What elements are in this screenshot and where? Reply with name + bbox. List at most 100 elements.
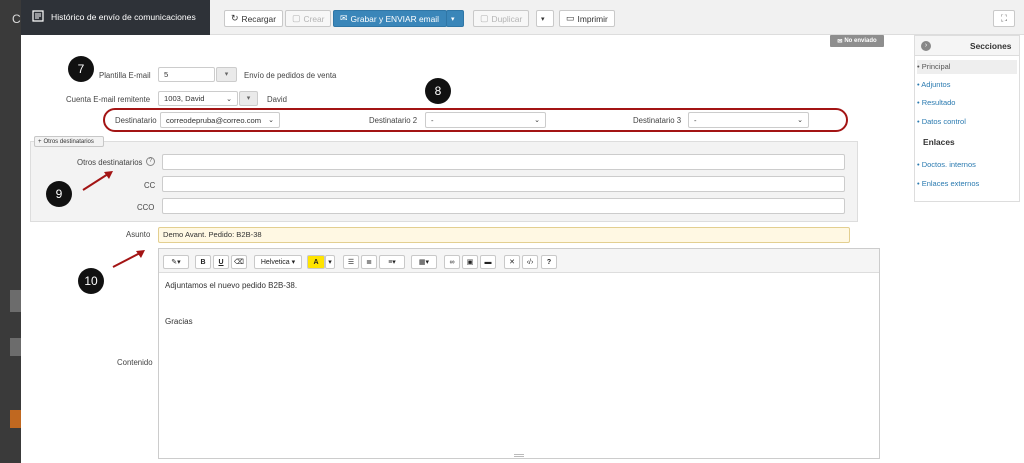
callout-9: 9 xyxy=(46,181,72,207)
destinatario-value: correodepruba@correo.com xyxy=(166,115,262,125)
chevron-down-icon: ▾ xyxy=(541,15,545,23)
link-icon[interactable]: ∞ xyxy=(444,255,460,269)
help-icon[interactable]: ? xyxy=(146,157,155,166)
numbered-list-icon[interactable]: ≣ xyxy=(361,255,377,269)
asunto-label: Asunto xyxy=(126,230,151,239)
resize-handle[interactable] xyxy=(514,454,524,457)
otros-label: Otros destinatarios xyxy=(77,158,143,167)
cuenta-select[interactable]: 1003, David ⌄ xyxy=(158,91,238,106)
cc-input[interactable] xyxy=(162,176,845,192)
help-icon[interactable]: ? xyxy=(541,255,557,269)
envelope-icon: ✉ xyxy=(837,38,843,45)
otros-toggle-label: Otros destinatarios xyxy=(43,138,94,145)
plantilla-label: Plantilla E-mail xyxy=(99,71,151,80)
callout-8: 8 xyxy=(425,78,451,104)
video-icon[interactable]: ▬ xyxy=(480,255,496,269)
section-item-datos-control[interactable]: • Datos control xyxy=(917,115,1017,129)
destinatario-label: Destinatario xyxy=(115,116,157,125)
callout-7: 7 xyxy=(68,56,94,82)
plantilla-field[interactable]: 5 xyxy=(158,67,215,82)
eraser-icon[interactable]: ⌫ xyxy=(231,255,247,269)
font-name: Helvetica xyxy=(260,258,290,266)
align-icon[interactable]: ≡▾ xyxy=(379,255,405,269)
destinatario3-label: Destinatario 3 xyxy=(633,116,682,125)
destinatario2-value: - xyxy=(431,115,434,125)
cuenta-lookup-button[interactable]: ▾ xyxy=(239,91,258,106)
print-icon: ▭ xyxy=(566,13,575,23)
cco-label: CCO xyxy=(137,203,155,212)
chevron-down-icon: ⌄ xyxy=(797,117,803,124)
create-button[interactable]: ▢ Crear xyxy=(285,10,332,27)
editor-line-1: Adjuntamos el nuevo pedido B2B-38. xyxy=(165,281,298,290)
cco-input[interactable] xyxy=(162,198,845,214)
magic-icon[interactable]: ✎▾ xyxy=(163,255,189,269)
section-item-principal[interactable]: • Principal xyxy=(917,60,1017,74)
reload-button[interactable]: ↻ Recargar xyxy=(224,10,283,27)
send-icon: ✉ xyxy=(340,13,348,23)
cuenta-value: 1003, David xyxy=(164,94,205,103)
plantilla-value: 5 xyxy=(164,70,169,79)
asunto-input[interactable]: Demo Avant. Pedido: B2B-38 xyxy=(158,227,850,243)
destinatario-select[interactable]: correodepruba@correo.com ⌄ xyxy=(160,112,280,128)
app-letter: C xyxy=(12,12,21,26)
link-enlaces-externos[interactable]: • Enlaces externos xyxy=(917,177,1017,191)
section-item-adjuntos[interactable]: • Adjuntos xyxy=(917,78,1017,92)
duplicate-label: Duplicar xyxy=(491,13,523,24)
chevron-down-icon: ⌄ xyxy=(268,117,274,124)
create-label: Crear xyxy=(303,13,325,24)
destinatario3-value: - xyxy=(694,115,697,125)
strip-block xyxy=(10,290,21,312)
plantilla-lookup-button[interactable]: ▾ xyxy=(216,67,237,82)
bullet-list-icon[interactable]: ☰ xyxy=(343,255,359,269)
underline-icon[interactable]: U xyxy=(213,255,229,269)
link-doctos-internos[interactable]: • Doctos. internos xyxy=(917,158,1017,172)
chevron-down-icon: ⌄ xyxy=(226,95,232,103)
chevron-down-icon[interactable]: ▾ xyxy=(325,255,335,269)
history-icon xyxy=(32,10,44,22)
otros-input[interactable] xyxy=(162,154,845,170)
window-title-tab: Histórico de envío de comunicaciones xyxy=(21,0,210,35)
file-icon: ▢ xyxy=(292,13,301,23)
sections-title: Secciones xyxy=(970,41,1012,51)
table-icon[interactable]: ▦▾ xyxy=(411,255,437,269)
font-color-icon[interactable]: A xyxy=(307,255,325,269)
destinatario2-label: Destinatario 2 xyxy=(369,116,418,125)
plantilla-description: Envío de pedidos de venta xyxy=(244,71,337,80)
sections-panel: › Secciones • Principal • Adjuntos • Res… xyxy=(914,35,1020,202)
strip-block xyxy=(10,410,21,428)
duplicate-button[interactable]: ▢ Duplicar xyxy=(473,10,530,27)
window-title: Histórico de envío de comunicaciones xyxy=(51,12,196,22)
save-send-dropdown[interactable]: ▾ xyxy=(446,10,464,27)
editor-toolbar: ✎▾ B U ⌫ Helvetica ▾ A ▾ ☰ ≣ ≡▾ ▦▾ ∞ ▣ ▬ … xyxy=(159,249,879,273)
print-button[interactable]: ▭ Imprimir xyxy=(559,10,615,27)
chevron-down-icon: ⌄ xyxy=(534,117,540,124)
bold-icon[interactable]: B xyxy=(195,255,211,269)
cc-label: CC xyxy=(144,181,156,190)
arrow-icon xyxy=(82,171,113,191)
callout-10: 10 xyxy=(78,268,104,294)
expand-icon[interactable]: ⛶ xyxy=(993,10,1015,27)
duplicate-dropdown[interactable]: ▾ xyxy=(536,10,554,27)
editor-line-2: Gracias xyxy=(165,317,193,326)
left-app-strip: C xyxy=(0,0,21,463)
code-view-icon[interactable]: ‹/› xyxy=(522,255,538,269)
cuenta-description: David xyxy=(267,95,287,104)
fullscreen-icon[interactable]: ✕ xyxy=(504,255,520,269)
sections-header: › Secciones xyxy=(915,36,1019,56)
arrow-icon xyxy=(112,250,145,268)
reload-icon: ↻ xyxy=(231,13,239,23)
save-send-button[interactable]: ✉ Grabar y ENVIAR email xyxy=(333,10,447,27)
destinatario3-select[interactable]: - ⌄ xyxy=(688,112,809,128)
links-title: Enlaces xyxy=(923,137,955,147)
cuenta-label: Cuenta E-mail remitente xyxy=(66,95,151,104)
info-icon: › xyxy=(921,41,931,51)
image-icon[interactable]: ▣ xyxy=(462,255,478,269)
font-select[interactable]: Helvetica ▾ xyxy=(254,255,302,269)
destinatario2-select[interactable]: - ⌄ xyxy=(425,112,546,128)
plus-icon: + xyxy=(38,138,42,145)
section-item-resultado[interactable]: • Resultado xyxy=(917,96,1017,110)
otros-toggle-button[interactable]: + Otros destinatarios xyxy=(34,136,104,147)
rich-text-editor[interactable]: ✎▾ B U ⌫ Helvetica ▾ A ▾ ☰ ≣ ≡▾ ▦▾ ∞ ▣ ▬ … xyxy=(158,248,880,459)
reload-label: Recargar xyxy=(241,13,276,24)
strip-block xyxy=(10,338,21,356)
